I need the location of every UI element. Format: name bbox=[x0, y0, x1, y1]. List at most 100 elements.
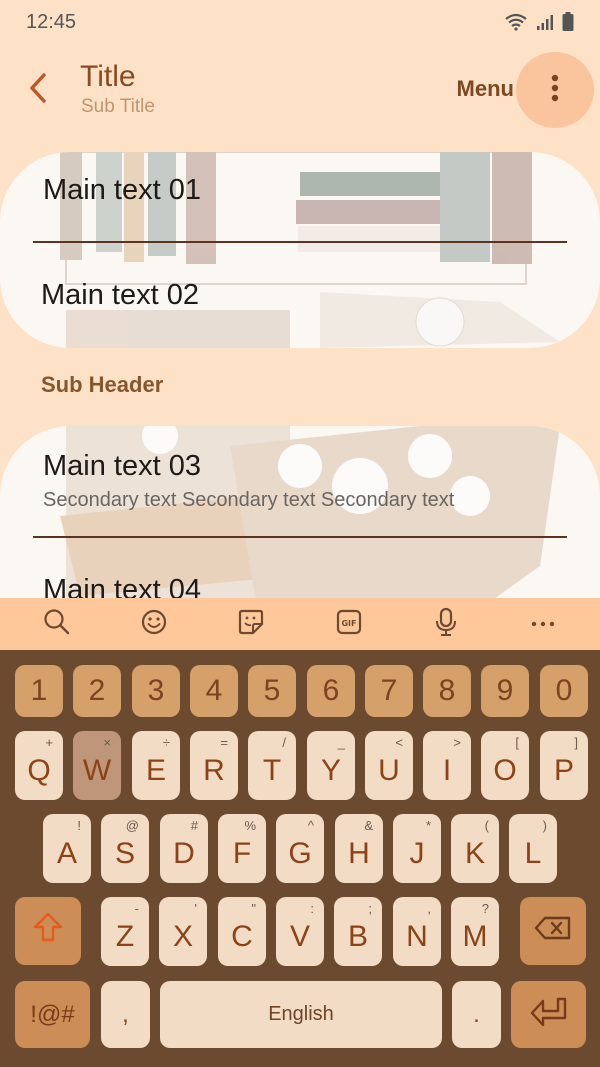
number-key-3[interactable]: 3 bbox=[132, 665, 180, 717]
key-d[interactable]: # D bbox=[160, 814, 208, 883]
keyboard-sticker-button[interactable] bbox=[221, 602, 281, 646]
number-key-4[interactable]: 4 bbox=[190, 665, 238, 717]
key-label: 3 bbox=[147, 674, 165, 707]
enter-icon bbox=[529, 995, 569, 1035]
key-hint-symbol: # bbox=[190, 818, 198, 833]
keyboard-gif-button[interactable]: GIF bbox=[319, 602, 379, 646]
key-label: M bbox=[462, 919, 488, 953]
key-hint-symbol: % bbox=[244, 818, 256, 833]
key-i[interactable]: > I bbox=[423, 731, 471, 800]
key-a[interactable]: ! A bbox=[43, 814, 91, 883]
key-label: 4 bbox=[205, 674, 223, 707]
key-t[interactable]: / T bbox=[248, 731, 296, 800]
key-j[interactable]: * J bbox=[393, 814, 441, 883]
key-c[interactable]: " C bbox=[218, 897, 266, 966]
number-key-8[interactable]: 8 bbox=[423, 665, 471, 717]
key-label: Z bbox=[115, 919, 135, 953]
symbols-key[interactable]: !@# bbox=[15, 981, 90, 1048]
key-g[interactable]: ^ G bbox=[276, 814, 324, 883]
key-e[interactable]: ÷ E bbox=[132, 731, 180, 800]
keyboard-search-button[interactable] bbox=[27, 602, 87, 646]
key-x[interactable]: ' X bbox=[159, 897, 207, 966]
list-divider bbox=[33, 241, 567, 243]
key-u[interactable]: < U bbox=[365, 731, 413, 800]
key-o[interactable]: [O bbox=[481, 731, 529, 800]
key-label: F bbox=[232, 836, 252, 870]
key-m[interactable]: ? M bbox=[451, 897, 499, 966]
key-v[interactable]: :V bbox=[276, 897, 324, 966]
key-hint-symbol: ! bbox=[77, 818, 81, 833]
list-card-1: Main text 01 Main text 02 bbox=[0, 152, 600, 348]
back-button[interactable] bbox=[18, 70, 58, 110]
key-n[interactable]: ,N bbox=[393, 897, 441, 966]
key-hint-symbol: & bbox=[364, 818, 373, 833]
number-key-6[interactable]: 6 bbox=[307, 665, 355, 717]
app-bar: Title Sub Title Menu bbox=[0, 52, 600, 128]
key-b[interactable]: ; B bbox=[334, 897, 382, 966]
chevron-left-icon bbox=[27, 72, 49, 109]
key-label: 6 bbox=[322, 674, 340, 707]
key-hint-symbol: ) bbox=[542, 818, 547, 833]
list-item[interactable]: Main text 02 bbox=[41, 279, 566, 312]
key-s[interactable]: @ S bbox=[101, 814, 149, 883]
key-k[interactable]: (K bbox=[451, 814, 499, 883]
key-label: O bbox=[493, 753, 517, 787]
list-item-secondary-text: Secondary text Secondary text Secondary … bbox=[43, 489, 455, 511]
key-label: A bbox=[56, 836, 77, 870]
space-key[interactable]: English bbox=[160, 981, 442, 1048]
more-options-button[interactable] bbox=[516, 52, 594, 128]
status-time: 12:45 bbox=[26, 10, 77, 33]
list-item[interactable]: Main text 01 bbox=[43, 174, 566, 207]
comma-key[interactable]: , bbox=[101, 981, 150, 1048]
key-r[interactable]: = R bbox=[190, 731, 238, 800]
menu-button[interactable]: Menu bbox=[457, 76, 514, 102]
shift-key[interactable] bbox=[15, 897, 81, 965]
key-label: E bbox=[145, 753, 166, 787]
key-label: B bbox=[347, 919, 368, 953]
number-key-1[interactable]: 1 bbox=[15, 665, 63, 717]
key-p[interactable]: ] P bbox=[540, 731, 588, 800]
shift-icon bbox=[32, 911, 64, 951]
key-hint-symbol: - bbox=[134, 901, 139, 916]
number-key-9[interactable]: 9 bbox=[481, 665, 529, 717]
page-title: Title bbox=[80, 60, 136, 93]
keyboard-emoji-button[interactable] bbox=[124, 602, 184, 646]
backspace-key[interactable] bbox=[520, 897, 586, 965]
number-key-0[interactable]: 0 bbox=[540, 665, 588, 717]
keyboard-voice-button[interactable] bbox=[416, 602, 476, 646]
key-label: G bbox=[288, 836, 312, 870]
number-key-5[interactable]: 5 bbox=[248, 665, 296, 717]
space-key-label: English bbox=[268, 1003, 334, 1025]
list-divider bbox=[33, 536, 567, 538]
key-f[interactable]: % F bbox=[218, 814, 266, 883]
key-hint-symbol: < bbox=[395, 735, 403, 750]
key-hint-symbol: > bbox=[453, 735, 461, 750]
number-key-7[interactable]: 7 bbox=[365, 665, 413, 717]
key-y[interactable]: _ Y bbox=[307, 731, 355, 800]
key-l[interactable]: ) L bbox=[509, 814, 557, 883]
gif-icon: GIF bbox=[335, 608, 363, 641]
keyboard-more-button[interactable] bbox=[513, 602, 573, 646]
key-hint-symbol: ] bbox=[574, 735, 578, 750]
key-hint-symbol: ? bbox=[481, 901, 489, 916]
period-key[interactable]: . bbox=[452, 981, 501, 1048]
key-label: C bbox=[231, 919, 253, 953]
key-label: S bbox=[114, 836, 135, 870]
key-hint-symbol: " bbox=[251, 901, 256, 916]
list-item-main-text: Main text 02 bbox=[41, 279, 199, 311]
key-label: X bbox=[172, 919, 193, 953]
sticker-icon bbox=[237, 608, 265, 641]
key-w[interactable]: × W bbox=[73, 731, 121, 800]
number-key-2[interactable]: 2 bbox=[73, 665, 121, 717]
key-h[interactable]: & H bbox=[335, 814, 383, 883]
enter-key[interactable] bbox=[511, 981, 586, 1048]
list-item[interactable]: Main text 03 Secondary text Secondary te… bbox=[43, 450, 566, 512]
key-label: 9 bbox=[496, 674, 514, 707]
key-label: W bbox=[82, 753, 112, 787]
key-q[interactable]: + Q bbox=[15, 731, 63, 800]
keyboard: 1 2 3 4 5 6 7 8 9 0 + Q × W ÷ E = R / T _ Y < U > I[O] P! A @ S # D% F ^ G… bbox=[0, 650, 600, 1067]
comma-key-label: , bbox=[122, 1000, 129, 1028]
status-bar: 12:45 bbox=[0, 0, 600, 44]
key-z[interactable]: -Z bbox=[101, 897, 149, 966]
more-vertical-icon bbox=[551, 74, 559, 107]
